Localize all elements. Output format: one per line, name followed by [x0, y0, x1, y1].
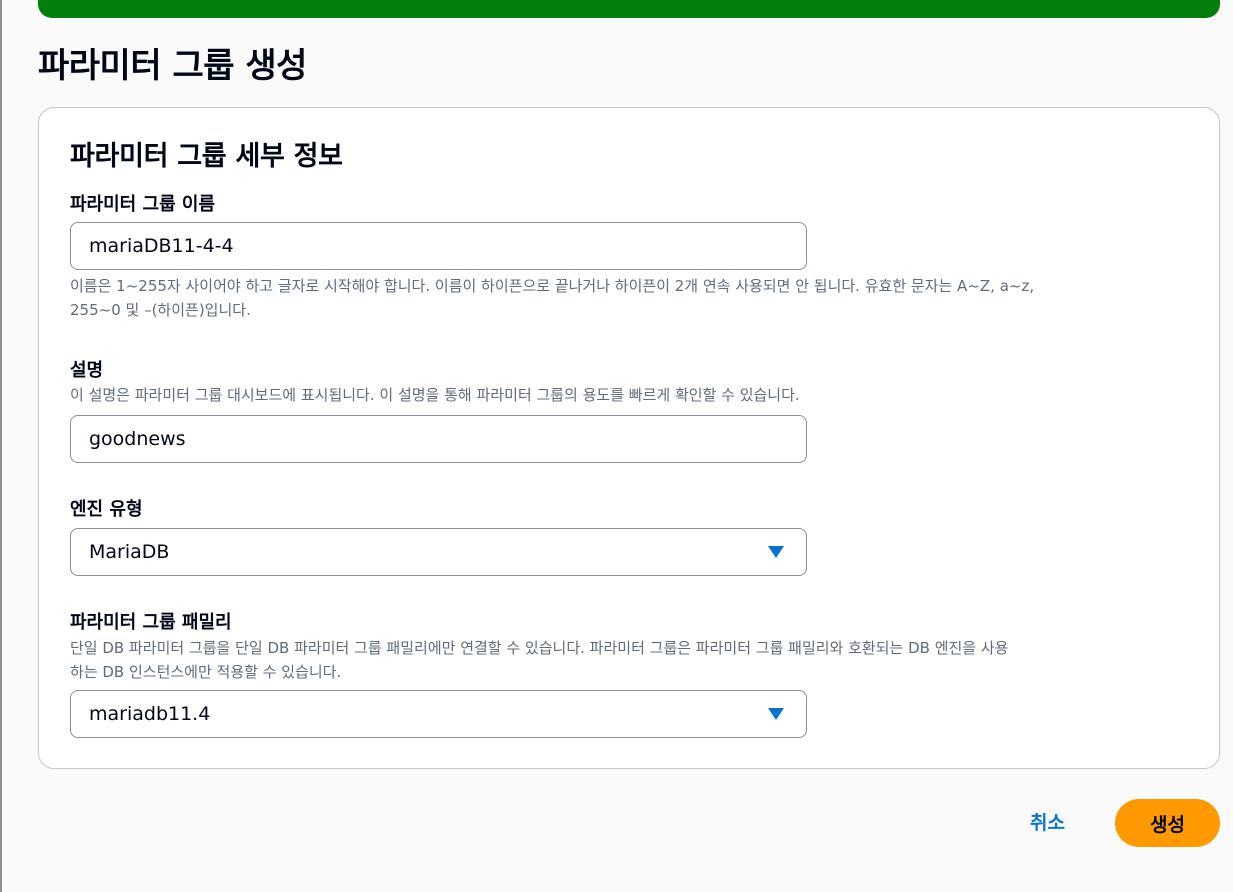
- engine-type-selected: MariaDB: [89, 541, 170, 563]
- family-select[interactable]: mariadb11.4: [70, 690, 807, 738]
- description-input[interactable]: goodnews: [70, 415, 807, 463]
- name-label: 파라미터 그룹 이름: [70, 194, 216, 215]
- name-input-value: mariaDB11-4-4: [89, 235, 234, 257]
- create-button[interactable]: 생성: [1115, 799, 1220, 847]
- engine-type-select[interactable]: MariaDB: [70, 528, 807, 576]
- page: 파라미터 그룹 생성 파라미터 그룹 세부 정보 파라미터 그룹 이름 mari…: [0, 0, 1233, 892]
- family-hint-line-2: 하는 DB 인스턴스에만 적용할 수 있습니다.: [70, 663, 342, 681]
- description-hint: 이 설명은 파라미터 그룹 대시보드에 표시됩니다. 이 설명을 통해 파라미터…: [70, 386, 800, 404]
- family-selected: mariadb11.4: [89, 703, 211, 725]
- caret-down-icon: [768, 708, 784, 720]
- engine-type-label: 엔진 유형: [70, 499, 143, 520]
- name-hint: 이름은 1~255자 사이어야 하고 글자로 시작해야 합니다. 이름이 하이픈…: [70, 274, 1200, 322]
- cancel-button[interactable]: 취소: [1030, 808, 1065, 835]
- description-label: 설명: [70, 360, 104, 381]
- family-hint: 단일 DB 파라미터 그룹을 단일 DB 파라미터 그룹 패밀리에만 연결할 수…: [70, 636, 1200, 684]
- details-panel: 파라미터 그룹 세부 정보 파라미터 그룹 이름 mariaDB11-4-4 이…: [38, 107, 1220, 769]
- window-edge: [0, 0, 2, 892]
- name-input[interactable]: mariaDB11-4-4: [70, 222, 807, 270]
- caret-down-icon: [768, 546, 784, 558]
- name-hint-line-2: 255~0 및 –(하이픈)입니다.: [70, 301, 251, 319]
- panel-title: 파라미터 그룹 세부 정보: [70, 141, 343, 172]
- family-hint-line-1: 단일 DB 파라미터 그룹을 단일 DB 파라미터 그룹 패밀리에만 연결할 수…: [70, 639, 1009, 657]
- family-label: 파라미터 그룹 패밀리: [70, 612, 232, 633]
- description-input-value: goodnews: [89, 428, 186, 450]
- page-title: 파라미터 그룹 생성: [38, 46, 307, 86]
- name-hint-line-1: 이름은 1~255자 사이어야 하고 글자로 시작해야 합니다. 이름이 하이픈…: [70, 277, 1035, 295]
- success-banner: [38, 0, 1220, 18]
